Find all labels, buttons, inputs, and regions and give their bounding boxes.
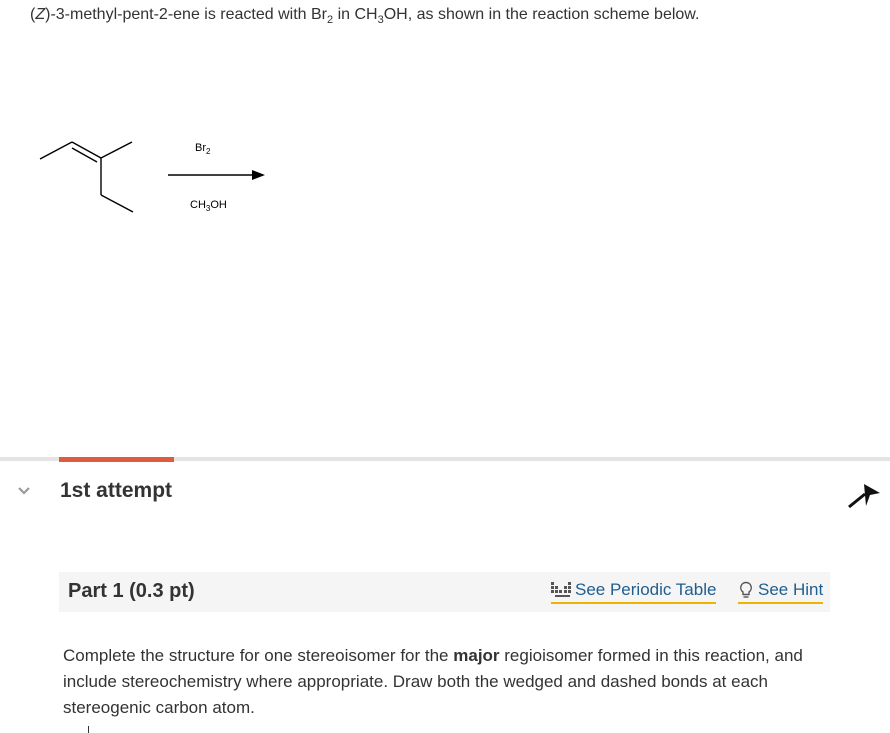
attempt-title: 1st attempt [60, 479, 173, 502]
text-cursor [88, 726, 89, 733]
alkene-structure [39, 141, 134, 213]
reagent-top: Br2 [195, 142, 211, 156]
part-title: Part 1 (0.3 pt) [68, 580, 195, 602]
instructions-text: Complete the structure for one stereoiso… [63, 646, 803, 717]
see-periodic-table-link[interactable]: See Periodic Table [551, 580, 717, 604]
attempt-progress-bar [59, 457, 174, 462]
pin-icon[interactable] [846, 480, 882, 510]
lightbulb-icon [740, 581, 752, 598]
see-hint-label: See Hint [758, 580, 824, 599]
stereo-descriptor: Z [35, 6, 46, 23]
question-text: (Z)-3-methyl-pent-2-ene is reacted with … [30, 6, 700, 27]
periodic-table-icon [551, 582, 571, 597]
chevron-down-icon[interactable] [14, 481, 34, 501]
see-periodic-table-label: See Periodic Table [575, 580, 717, 599]
see-hint-link[interactable]: See Hint [738, 580, 824, 604]
reagent-bottom: CH3OH [190, 199, 227, 213]
part-header: Part 1 (0.3 pt) See Periodic Table See H… [59, 572, 830, 612]
reaction-scheme: Br2 CH3OH [39, 141, 265, 213]
arrowhead [252, 170, 265, 180]
